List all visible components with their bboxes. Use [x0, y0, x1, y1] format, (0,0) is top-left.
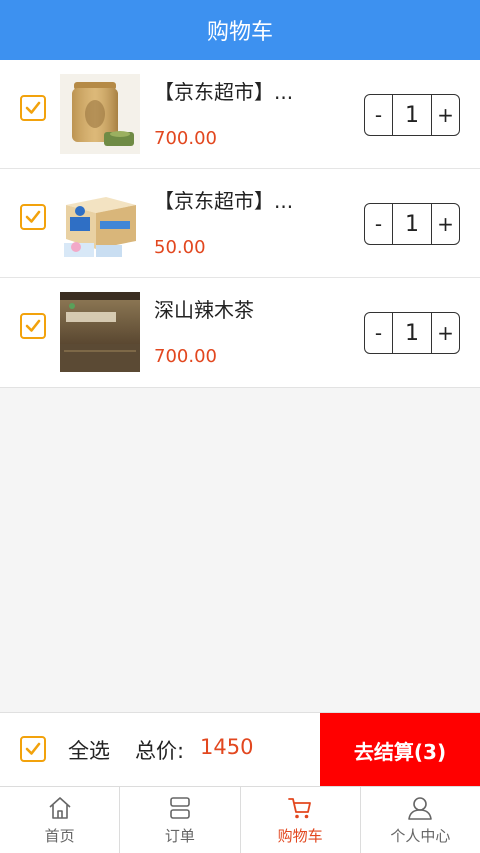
checkout-bar: 全选 总价: 1450 去结算(3): [0, 712, 480, 787]
quantity-stepper: - 1 +: [364, 312, 460, 354]
tea-box-image: [60, 292, 140, 372]
tissue-box-image: [60, 183, 140, 263]
cart-item: 【京东超市】... 50.00 - 1 +: [0, 169, 480, 278]
product-name[interactable]: 【京东超市】...: [154, 76, 293, 105]
check-icon: [25, 319, 41, 332]
check-icon: [25, 742, 41, 755]
item-checkbox[interactable]: [20, 95, 46, 121]
quantity-value[interactable]: 1: [392, 204, 432, 244]
tab-cart[interactable]: 购物车: [241, 787, 361, 853]
increase-button[interactable]: +: [432, 313, 459, 353]
select-all-checkbox[interactable]: [20, 736, 46, 762]
tab-home[interactable]: 首页: [0, 787, 121, 853]
tab-profile[interactable]: 个人中心: [361, 787, 480, 853]
item-checkbox[interactable]: [20, 204, 46, 230]
quantity-value[interactable]: 1: [392, 313, 432, 353]
checkout-button[interactable]: 去结算(3): [320, 713, 480, 787]
app-header: 购物车: [0, 0, 480, 60]
increase-button[interactable]: +: [432, 95, 459, 135]
product-image[interactable]: [60, 74, 140, 154]
product-price: 700.00: [154, 128, 217, 149]
tea-tin-image: [60, 74, 140, 154]
bottom-tab-bar: 首页 订单 购物车 个人中心: [0, 786, 480, 853]
order-icon: [170, 796, 190, 819]
total-label: 总价:: [135, 739, 185, 763]
select-all-label[interactable]: 全选: [68, 735, 110, 765]
decrease-button[interactable]: -: [365, 313, 392, 353]
product-price: 700.00: [154, 346, 217, 367]
quantity-stepper: - 1 +: [364, 94, 460, 136]
quantity-stepper: - 1 +: [364, 203, 460, 245]
product-price: 50.00: [154, 237, 206, 258]
cart-list: 【京东超市】... 700.00 - 1 + 【京东超市】... 50.00 -…: [0, 60, 480, 388]
cart-icon: [288, 797, 312, 818]
user-icon: [408, 796, 433, 820]
check-icon: [25, 210, 41, 223]
increase-button[interactable]: +: [432, 204, 459, 244]
tab-label: 个人中心: [390, 826, 451, 845]
tab-orders[interactable]: 订单: [120, 787, 241, 853]
cart-item: 深山辣木茶 700.00 - 1 +: [0, 278, 480, 387]
quantity-value[interactable]: 1: [392, 95, 432, 135]
item-checkbox[interactable]: [20, 313, 46, 339]
tab-label: 首页: [44, 826, 75, 845]
page-title: 购物车: [206, 20, 273, 45]
check-icon: [25, 101, 41, 114]
tab-label: 订单: [164, 826, 195, 845]
decrease-button[interactable]: -: [365, 204, 392, 244]
product-image[interactable]: [60, 183, 140, 263]
product-name[interactable]: 深山辣木茶: [154, 294, 254, 323]
product-image[interactable]: [60, 292, 140, 372]
product-name[interactable]: 【京东超市】...: [154, 185, 293, 214]
tab-label: 购物车: [277, 826, 323, 845]
home-icon: [49, 796, 71, 819]
total-price: 1450: [200, 735, 254, 759]
cart-item: 【京东超市】... 700.00 - 1 +: [0, 60, 480, 169]
decrease-button[interactable]: -: [365, 95, 392, 135]
